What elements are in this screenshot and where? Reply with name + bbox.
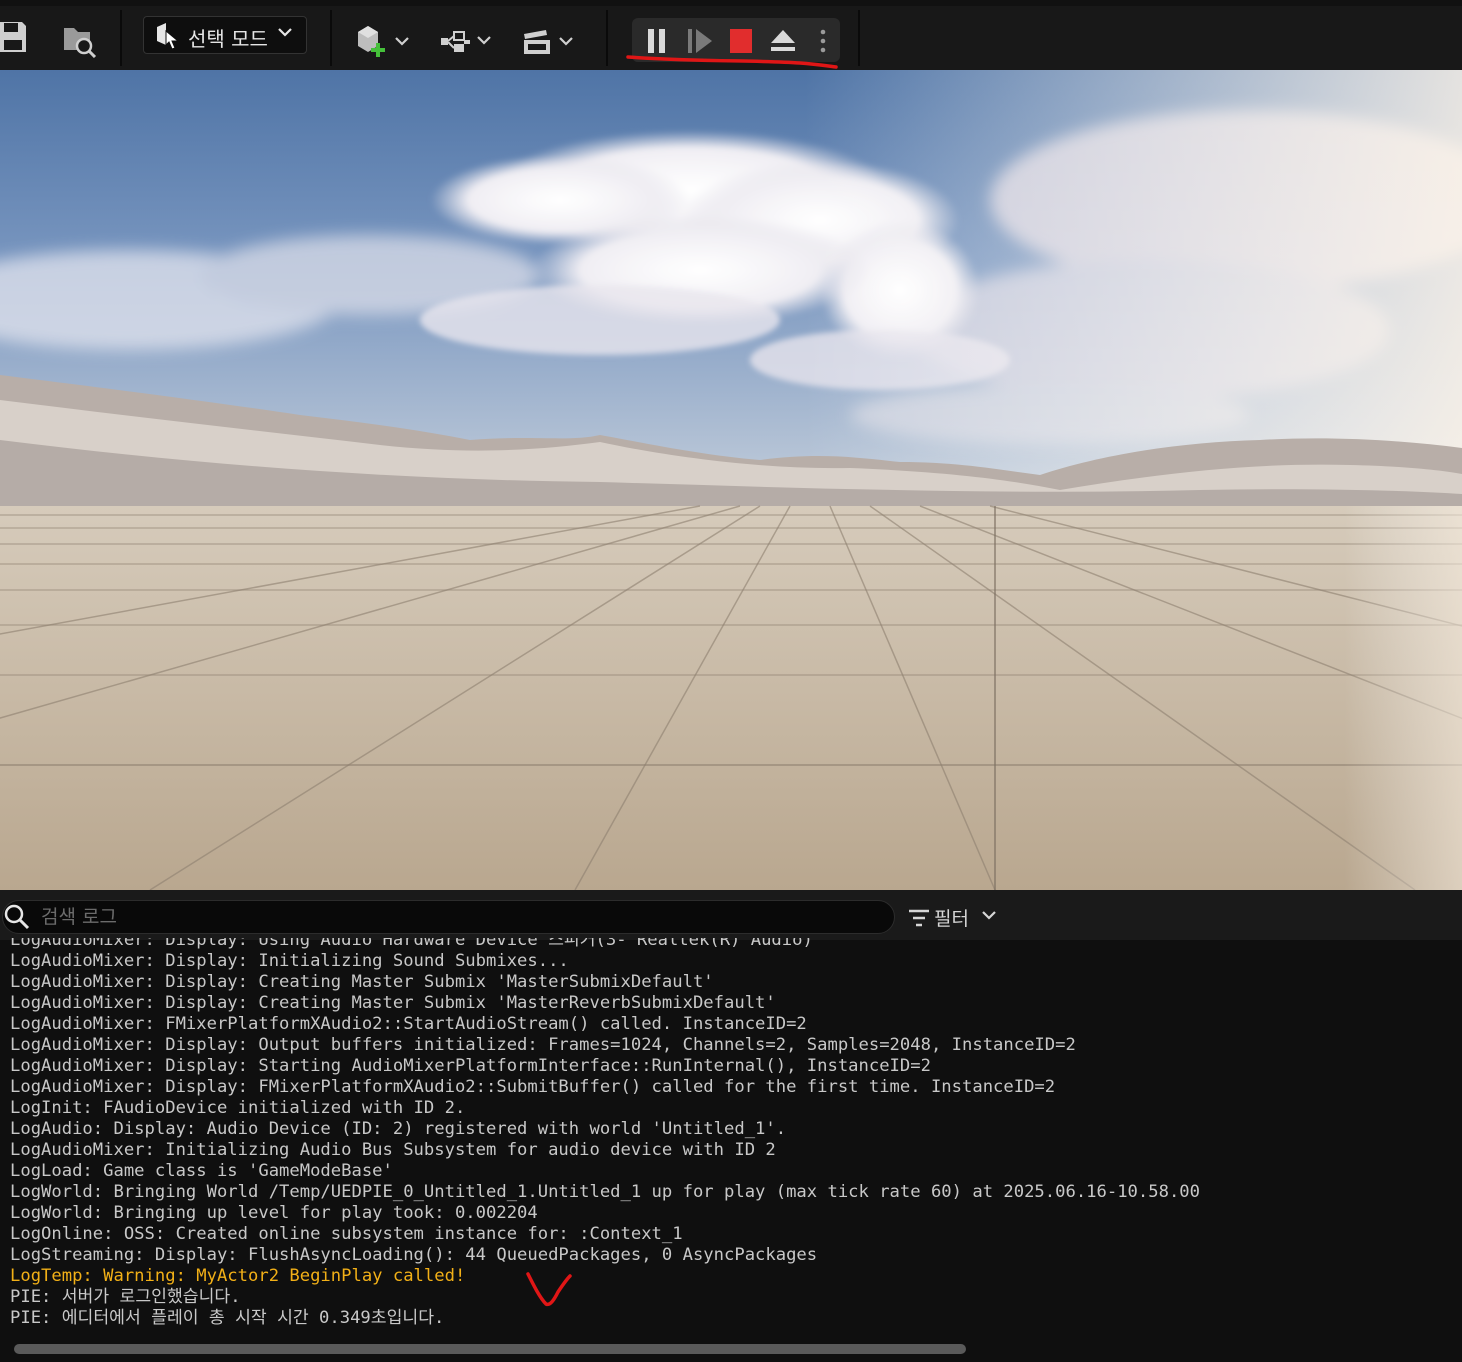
log-line: LogAudioMixer: Display: Using Audio Hard… (10, 938, 813, 950)
play-controls-group (632, 18, 840, 62)
stop-icon[interactable] (728, 28, 754, 54)
chevron-down-icon (278, 28, 292, 37)
annotation-check-mark (526, 1272, 572, 1307)
log-line: LogAudioMixer: Display: Output buffers i… (10, 1035, 1076, 1055)
toolbar-separator (606, 10, 608, 66)
add-actor-icon[interactable] (356, 26, 412, 58)
toolbar-separator (330, 10, 332, 66)
viewport-scene (0, 70, 1462, 890)
eject-icon[interactable] (768, 28, 798, 54)
main-toolbar: 선택 모드 (0, 0, 1462, 70)
search-log-input[interactable] (2, 900, 895, 934)
log-line: LogAudioMixer: Display: FMixerPlatformXA… (10, 1077, 1056, 1097)
search-icon (4, 904, 30, 930)
log-line: LogAudioMixer: Initializing Audio Bus Su… (10, 1140, 776, 1160)
log-line: LogAudioMixer: Display: Creating Master … (10, 993, 776, 1013)
chevron-down-icon (982, 911, 996, 920)
toolbar-separator (858, 10, 860, 66)
log-line: PIE: 서버가 로그인했습니다. (10, 1287, 241, 1307)
filter-icon (909, 909, 929, 927)
more-options-icon[interactable] (818, 28, 828, 54)
log-search-bar: 필터 (0, 890, 1462, 940)
selection-mode-dropdown[interactable]: 선택 모드 (143, 16, 307, 54)
log-line: LogAudioMixer: Display: Initializing Sou… (10, 951, 569, 971)
log-line-warning: LogTemp: Warning: MyActor2 BeginPlay cal… (10, 1266, 466, 1286)
blueprint-icon[interactable] (440, 28, 494, 56)
log-line: LogInit: FAudioDevice initialized with I… (10, 1098, 466, 1118)
browse-folder-icon[interactable] (62, 24, 98, 58)
log-line: PIE: 에디터에서 플레이 총 시작 시간 0.349초입니다. (10, 1308, 445, 1328)
level-viewport[interactable] (0, 70, 1462, 890)
toolbar-separator (120, 10, 122, 66)
log-line: LogLoad: Game class is 'GameModeBase' (10, 1161, 393, 1181)
log-output[interactable]: LogAudioMixer: Display: Using Audio Hard… (10, 938, 1450, 1340)
log-line: LogStreaming: Display: FlushAsyncLoading… (10, 1245, 818, 1265)
output-log-panel: 필터 LogAudioMixer: Display: Using Audio H… (0, 890, 1462, 1362)
log-line: LogAudioMixer: Display: Starting AudioMi… (10, 1056, 931, 1076)
horizontal-scrollbar[interactable] (10, 1342, 1450, 1356)
log-line: LogWorld: Bringing up level for play too… (10, 1203, 538, 1223)
log-line: LogWorld: Bringing World /Temp/UEDPIE_0_… (10, 1182, 1200, 1202)
scrollbar-thumb[interactable] (14, 1344, 966, 1354)
log-line: LogAudio: Display: Audio Device (ID: 2) … (10, 1119, 787, 1139)
save-icon[interactable] (0, 20, 28, 54)
filter-label: 필터 (934, 908, 969, 930)
log-line: LogOnline: OSS: Created online subsystem… (10, 1224, 683, 1244)
pause-icon[interactable] (646, 28, 668, 54)
log-line: LogAudioMixer: FMixerPlatformXAudio2::St… (10, 1014, 807, 1034)
select-mode-icon (157, 23, 180, 49)
selection-mode-label: 선택 모드 (188, 27, 268, 51)
cinematics-icon[interactable] (522, 26, 578, 58)
frame-skip-icon[interactable] (686, 28, 714, 54)
log-line: LogAudioMixer: Display: Creating Master … (10, 972, 714, 992)
